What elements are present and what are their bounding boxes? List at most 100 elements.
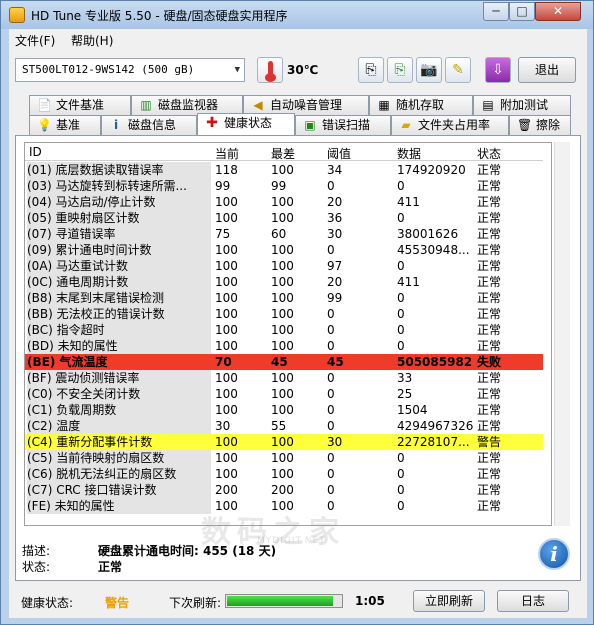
tab-folder-usage[interactable]: ▰ 文件夹占用率 [391, 115, 509, 135]
cell-attribute: (0C) 通电周期计数 [27, 274, 211, 290]
tab-disk-monitor[interactable]: ▥ 磁盘监视器 [131, 95, 243, 115]
tab-erase[interactable]: 🗑 擦除 [509, 115, 571, 135]
cell-current: 100 [215, 211, 238, 225]
table-row[interactable]: (BF) 震动侦测错误率 100 100 0 33 正常 [25, 370, 543, 386]
cell-threshold: 0 [327, 243, 335, 257]
refresh-now-button[interactable]: 立即刷新 [413, 590, 485, 612]
cell-worst: 100 [271, 403, 294, 417]
cell-status: 正常 [477, 163, 502, 177]
info-icon: i [538, 538, 570, 570]
cell-attribute: (B8) 末尾到末尾错误检测 [27, 290, 211, 306]
table-row[interactable]: (03) 马达旋转到标转速所需... 99 99 0 0 正常 [25, 178, 543, 194]
table-row[interactable]: (C1) 负载周期数 100 100 0 1504 正常 [25, 402, 543, 418]
col-worst[interactable]: 最差 [271, 145, 295, 162]
chevron-down-icon: ▼ [234, 65, 240, 75]
drive-select[interactable]: ST500LT012-9WS142 (500 gB) ▼ [15, 58, 245, 82]
tab-extra-tests[interactable]: ▤ 附加测试 [473, 95, 571, 115]
col-data[interactable]: 数据 [397, 145, 421, 162]
table-row[interactable]: (BD) 未知的属性 100 100 0 0 正常 [25, 338, 543, 354]
random-access-icon: ▦ [378, 98, 390, 112]
cell-current: 200 [215, 483, 238, 497]
smart-table[interactable]: ID 当前 最差 阈值 数据 状态 (01) 底层数据读取错误率 118 100 34… [24, 142, 552, 526]
table-row[interactable]: (01) 底层数据读取错误率 118 100 34 174920920 正常 [25, 162, 543, 178]
cell-data: 0 [397, 339, 405, 353]
cell-current: 100 [215, 323, 238, 337]
watermark-subtext: MYDIGIT.NET [257, 536, 326, 546]
tab-error-scan[interactable]: ▣ 错误扫描 [295, 115, 391, 135]
cell-worst: 45 [271, 355, 288, 369]
menu-help[interactable]: 帮助(H) [71, 32, 113, 49]
table-row[interactable]: (C5) 当前待映射的扇区数 100 100 0 0 正常 [25, 450, 543, 466]
copy-all-button[interactable]: ⎘ [387, 57, 413, 83]
save-button[interactable]: ⇩ [485, 57, 511, 83]
col-threshold[interactable]: 阈值 [327, 145, 351, 162]
table-row[interactable]: (05) 重映射扇区计数 100 100 36 0 正常 [25, 210, 543, 226]
table-scrollbar[interactable] [554, 142, 570, 526]
cell-data: 0 [397, 179, 405, 193]
cell-current: 100 [215, 195, 238, 209]
tab-aam[interactable]: ◀ 自动噪音管理 [243, 95, 369, 115]
table-row[interactable]: (BC) 指令超时 100 100 0 0 正常 [25, 322, 543, 338]
table-row[interactable]: (09) 累计通电时间计数 100 100 0 45530948... 正常 [25, 242, 543, 258]
table-row[interactable]: (0A) 马达重试计数 100 100 97 0 正常 [25, 258, 543, 274]
cell-threshold: 0 [327, 467, 335, 481]
cell-current: 118 [215, 163, 238, 177]
file-benchmark-icon: 📄 [37, 98, 52, 112]
tab-disk-info[interactable]: i 磁盘信息 [101, 115, 197, 135]
info-icon: i [113, 118, 119, 132]
table-row[interactable]: (C4) 重新分配事件计数 100 100 30 22728107... 警告 [25, 434, 543, 450]
cell-attribute: (05) 重映射扇区计数 [27, 210, 211, 226]
cell-worst: 60 [271, 227, 287, 241]
cell-current: 100 [215, 275, 238, 289]
cell-current: 70 [215, 355, 232, 369]
table-row[interactable]: (C7) CRC 接口错误计数 200 200 0 0 正常 [25, 482, 543, 498]
cell-threshold: 0 [327, 451, 335, 465]
table-row[interactable]: (07) 寻道错误率 75 60 30 38001626 正常 [25, 226, 543, 242]
title-bar[interactable]: HD Tune 专业版 5.50 - 硬盘/固态硬盘实用程序 ─ □ ✕ [1, 1, 593, 29]
log-button[interactable]: 日志 [497, 590, 569, 612]
cell-data: 33 [397, 371, 413, 385]
cell-threshold: 0 [327, 403, 335, 417]
cell-attribute: (C5) 当前待映射的扇区数 [27, 450, 211, 466]
exit-button[interactable]: 退出 [518, 57, 576, 83]
table-row[interactable]: (C6) 脱机无法纠正的扇区数 100 100 0 0 正常 [25, 466, 543, 482]
copy-text-button[interactable]: ⎘ [358, 57, 384, 83]
options-button[interactable]: ✎ [445, 57, 471, 83]
table-row[interactable]: (BE) 气流温度 70 45 45 505085982 失败 [25, 354, 543, 370]
tab-benchmark[interactable]: 💡 基准 [29, 115, 101, 135]
col-current[interactable]: 当前 [215, 145, 239, 162]
cell-attribute: (C4) 重新分配事件计数 [27, 434, 211, 450]
screenshot-button[interactable]: 📷 [416, 57, 442, 83]
thermometer-icon [257, 57, 283, 83]
menu-file[interactable]: 文件(F) [15, 32, 55, 49]
tab-health[interactable]: ✚ 健康状态 [197, 113, 295, 135]
tab-file-benchmark[interactable]: 📄 文件基准 [29, 95, 131, 115]
cell-status: 正常 [477, 211, 502, 225]
table-row[interactable]: (0C) 通电周期计数 100 100 20 411 正常 [25, 274, 543, 290]
tab-random-access[interactable]: ▦ 随机存取 [369, 95, 473, 115]
cell-attribute: (0A) 马达重试计数 [27, 258, 211, 274]
refresh-progress-bar [225, 594, 343, 608]
table-row[interactable]: (C2) 温度 30 55 0 4294967326 正常 [25, 418, 543, 434]
cell-threshold: 99 [327, 291, 343, 305]
cell-status: 正常 [477, 467, 502, 481]
app-window: HD Tune 专业版 5.50 - 硬盘/固态硬盘实用程序 ─ □ ✕ 文件(… [0, 0, 594, 625]
trash-icon: 🗑 [517, 118, 533, 132]
cell-worst: 100 [271, 211, 294, 225]
extra-tests-icon: ▤ [482, 98, 494, 112]
table-row[interactable]: (B8) 末尾到末尾错误检测 100 100 99 0 正常 [25, 290, 543, 306]
cell-threshold: 0 [327, 387, 335, 401]
col-status[interactable]: 状态 [477, 145, 501, 162]
close-button[interactable]: ✕ [535, 2, 581, 21]
maximize-button[interactable]: □ [509, 2, 535, 21]
col-id[interactable]: ID [29, 145, 42, 159]
table-row[interactable]: (BB) 无法校正的错误计数 100 100 0 0 正常 [25, 306, 543, 322]
cell-threshold: 45 [327, 355, 344, 369]
minimize-button[interactable]: ─ [483, 2, 509, 21]
cell-attribute: (C2) 温度 [27, 418, 211, 434]
table-row[interactable]: (04) 马达启动/停止计数 100 100 20 411 正常 [25, 194, 543, 210]
table-row[interactable]: (C0) 不安全关闭计数 100 100 0 25 正常 [25, 386, 543, 402]
table-header: ID 当前 最差 阈值 数据 状态 [25, 143, 543, 161]
cell-current: 100 [215, 291, 238, 305]
cell-data: 4294967326 [397, 419, 474, 433]
